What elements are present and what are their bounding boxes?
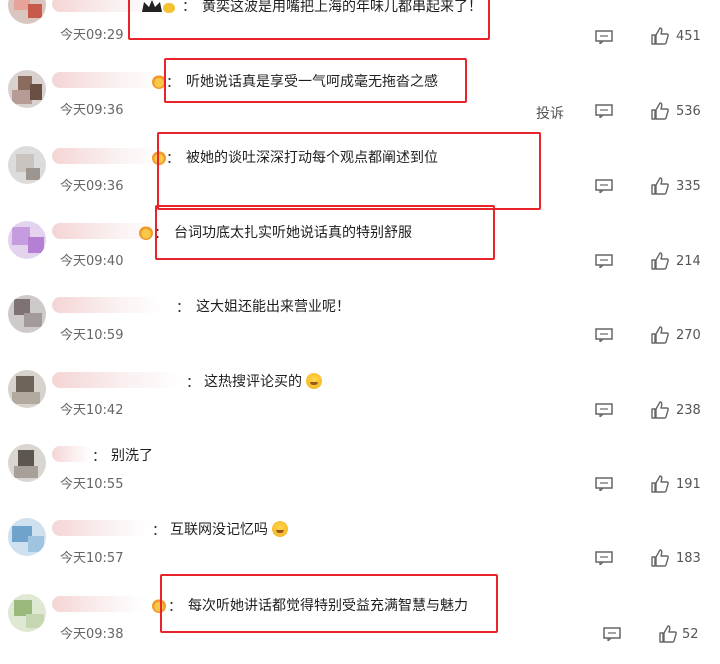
- comment-text: 这大姐还能出来营业呢！: [196, 299, 350, 315]
- blurred-username[interactable]: [52, 596, 144, 612]
- comment-time: 今天09:36: [60, 179, 124, 194]
- comment-time: 今天10:59: [60, 328, 124, 343]
- comment-time: 今天09:40: [60, 254, 124, 269]
- comment-icon[interactable]: [595, 403, 613, 417]
- highlight-box: [155, 205, 495, 260]
- comment-text-content: 这热搜评论买的: [204, 374, 302, 390]
- comment-row: ： 这大姐还能出来营业呢！ 今天10:59 270: [0, 291, 720, 365]
- comment-icon[interactable]: [595, 104, 613, 118]
- thumbs-up-icon[interactable]: [651, 401, 669, 419]
- comment-time: 今天10:55: [60, 477, 124, 492]
- blurred-username[interactable]: [52, 446, 92, 462]
- avatar[interactable]: [8, 594, 46, 632]
- like-count: 238: [676, 403, 701, 418]
- like-count: 191: [676, 477, 701, 492]
- like-count: 270: [676, 328, 701, 343]
- blurred-username[interactable]: [52, 297, 162, 313]
- avatar[interactable]: [8, 295, 46, 333]
- comment-time: 今天09:29: [60, 28, 124, 43]
- comment-icon[interactable]: [595, 551, 613, 565]
- crown-badge-icon: [139, 226, 153, 240]
- laugh-cry-emoji: [306, 373, 323, 389]
- avatar[interactable]: [8, 0, 46, 24]
- thumbs-up-icon[interactable]: [651, 549, 669, 567]
- comment-row: ： 这热搜评论买的 今天10:42 238: [0, 366, 720, 440]
- comment-row: ： 听她说话真是享受一气呵成毫无拖沓之感 今天09:36 投诉 536: [0, 58, 720, 140]
- smirk-emoji: [272, 521, 289, 537]
- comment-time: 今天10:57: [60, 551, 124, 566]
- like-count: 52: [682, 627, 699, 642]
- comment-time: 今天09:36: [60, 103, 124, 118]
- thumbs-up-icon[interactable]: [651, 177, 669, 195]
- report-link[interactable]: 投诉: [536, 103, 564, 123]
- thumbs-up-icon[interactable]: [651, 475, 669, 493]
- thumbs-up-icon[interactable]: [651, 102, 669, 120]
- highlight-box: [128, 0, 490, 40]
- blurred-username[interactable]: [52, 372, 182, 388]
- avatar[interactable]: [8, 444, 46, 482]
- comment-text: 这热搜评论买的: [204, 371, 323, 391]
- avatar[interactable]: [8, 221, 46, 259]
- comment-icon[interactable]: [595, 254, 613, 268]
- colon: ：: [152, 523, 166, 539]
- comment-time: 今天10:42: [60, 403, 124, 418]
- colon: ：: [186, 375, 200, 391]
- highlight-box: [157, 132, 541, 210]
- thumbs-up-icon[interactable]: [659, 625, 677, 643]
- blurred-username[interactable]: [52, 520, 148, 536]
- comment-row: ： 别洗了 今天10:55 191: [0, 440, 720, 514]
- like-count: 335: [676, 179, 701, 194]
- like-count: 214: [676, 254, 701, 269]
- comment-row: ： 台词功底太扎实听她说话真的特别舒服 今天09:40 214: [0, 205, 720, 291]
- like-count: 183: [676, 551, 701, 566]
- comment-icon[interactable]: [595, 328, 613, 342]
- highlight-box: [164, 58, 467, 103]
- avatar[interactable]: [8, 518, 46, 556]
- comment-icon[interactable]: [595, 30, 613, 44]
- comment-text: 互联网没记忆吗: [170, 519, 289, 539]
- avatar[interactable]: [8, 370, 46, 408]
- colon: ：: [92, 449, 106, 465]
- comment-icon[interactable]: [595, 477, 613, 491]
- thumbs-up-icon[interactable]: [651, 27, 669, 45]
- comment-icon[interactable]: [595, 179, 613, 193]
- blurred-username[interactable]: [52, 72, 162, 88]
- comment-text-content: 互联网没记忆吗: [170, 522, 268, 538]
- blurred-username[interactable]: [52, 148, 162, 164]
- like-count: 451: [676, 29, 701, 44]
- highlight-box: [160, 574, 498, 633]
- comment-icon[interactable]: [603, 627, 621, 641]
- comment-time: 今天09:38: [60, 627, 124, 642]
- avatar[interactable]: [8, 146, 46, 184]
- thumbs-up-icon[interactable]: [651, 326, 669, 344]
- comment-row: ： 每次听她讲话都觉得特别受益充满智慧与魅力 今天09:38 52: [0, 574, 720, 664]
- comment-text: 别洗了: [111, 448, 153, 464]
- avatar[interactable]: [8, 70, 46, 108]
- colon: ：: [176, 300, 190, 316]
- like-count: 536: [676, 104, 701, 119]
- thumbs-up-icon[interactable]: [651, 252, 669, 270]
